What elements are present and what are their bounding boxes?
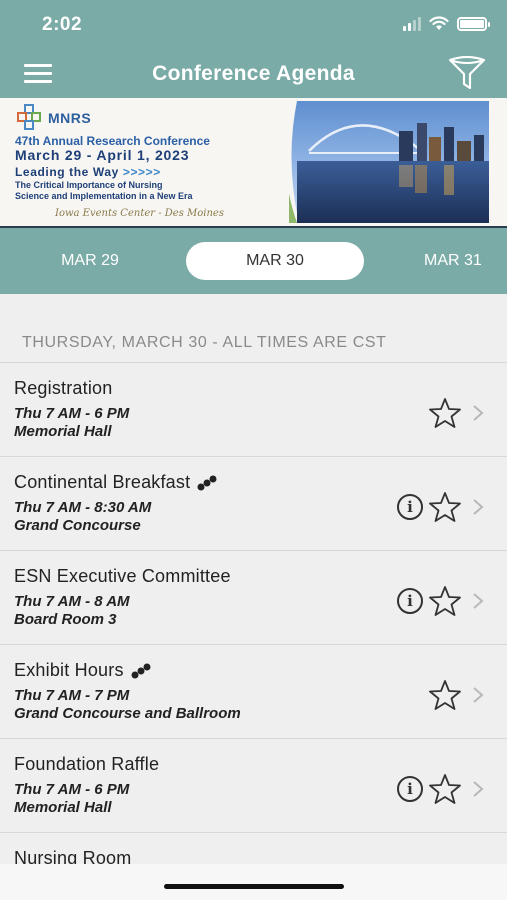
battery-icon [457,16,490,31]
conference-banner: MNRS 47th Annual Research Conference Mar… [0,98,507,228]
session-title: Nursing Room [14,848,507,864]
banner-logo: MNRS [16,104,91,132]
banner-venue: Iowa Events Center - Des Moines [55,208,224,219]
signal-icon [403,16,421,31]
session-actions [429,397,485,429]
session-actions: i [397,585,485,617]
banner-theme-text: Leading the Way [15,165,119,179]
session-title-text: ESN Executive Committee [14,566,231,586]
star-outline-icon[interactable] [429,679,461,711]
session-title-text: Continental Breakfast [14,472,191,492]
banner-subtitle-1: The Critical Importance of Nursing [15,180,163,190]
home-indicator-bar [0,864,507,900]
tab-mar-30[interactable]: MAR 30 [186,242,364,280]
star-outline-icon[interactable] [429,585,461,617]
session-title: Registration [14,378,507,399]
status-bar: 2:02 [0,0,507,50]
nav-bar: Conference Agenda [0,50,507,98]
agenda-list[interactable]: THURSDAY, MARCH 30 - ALL TIMES ARE CST R… [0,294,507,864]
mnrs-logo-icon [17,104,41,130]
banner-subtitle: The Critical Importance of Nursing Scien… [15,180,193,202]
info-icon[interactable]: i [397,776,423,802]
tab-mar-29[interactable]: MAR 29 [40,242,140,280]
tab-mar-31[interactable]: MAR 31 [410,242,507,280]
info-icon[interactable]: i [397,494,423,520]
chevron-right-icon [473,687,484,703]
date-selector: MAR 29 MAR 30 MAR 31 [0,228,507,294]
home-indicator[interactable] [164,884,344,889]
session-title: Exhibit Hours [14,660,507,681]
chevron-right-icon [473,405,484,421]
session-title: ESN Executive Committee [14,566,507,587]
banner-logo-text: MNRS [48,110,92,126]
session-title-text: Foundation Raffle [14,754,160,774]
star-outline-icon[interactable] [429,773,461,805]
session-title: Continental Breakfast [14,472,507,493]
info-icon[interactable]: i [397,588,423,614]
filter-icon[interactable] [447,56,487,92]
banner-conference-name: 47th Annual Research Conference [15,134,210,148]
link-icon [131,663,151,678]
banner-dates: March 29 - April 1, 2023 [15,147,190,163]
session-title-text: Registration [14,378,113,398]
star-outline-icon[interactable] [429,491,461,523]
section-header: THURSDAY, MARCH 30 - ALL TIMES ARE CST [22,334,387,351]
session-title: Foundation Raffle [14,754,507,775]
session-row-foundation-raffle[interactable]: Foundation Raffle Thu 7 AM - 6 PM Memori… [0,738,507,832]
status-time: 2:02 [42,14,83,35]
session-title-text: Exhibit Hours [14,660,124,680]
link-icon [197,475,217,490]
session-actions: i [397,773,485,805]
chevron-right-icon [473,499,484,515]
session-row-continental-breakfast[interactable]: Continental Breakfast Thu 7 AM - 8:30 AM… [0,456,507,550]
session-title-text: Nursing Room [14,848,132,864]
chevron-right-icon [473,781,484,797]
wifi-icon [429,16,449,30]
skyline-photo [289,101,489,223]
session-actions [429,679,485,711]
star-outline-icon[interactable] [429,397,461,429]
banner-subtitle-2: Science and Implementation in a New Era [15,191,193,201]
banner-theme: Leading the Way >>>>> [15,165,161,179]
chevron-right-icon [473,593,484,609]
session-row-registration[interactable]: Registration Thu 7 AM - 6 PM Memorial Ha… [0,362,507,456]
session-row-esn-executive-committee[interactable]: ESN Executive Committee Thu 7 AM - 8 AM … [0,550,507,644]
session-row-exhibit-hours[interactable]: Exhibit Hours Thu 7 AM - 7 PM Grand Conc… [0,644,507,738]
page-title: Conference Agenda [152,62,355,85]
session-actions: i [397,491,485,523]
status-icons [403,16,490,31]
session-row-nursing-room[interactable]: Nursing Room [0,832,507,864]
banner-theme-chevrons: >>>>> [122,165,161,179]
